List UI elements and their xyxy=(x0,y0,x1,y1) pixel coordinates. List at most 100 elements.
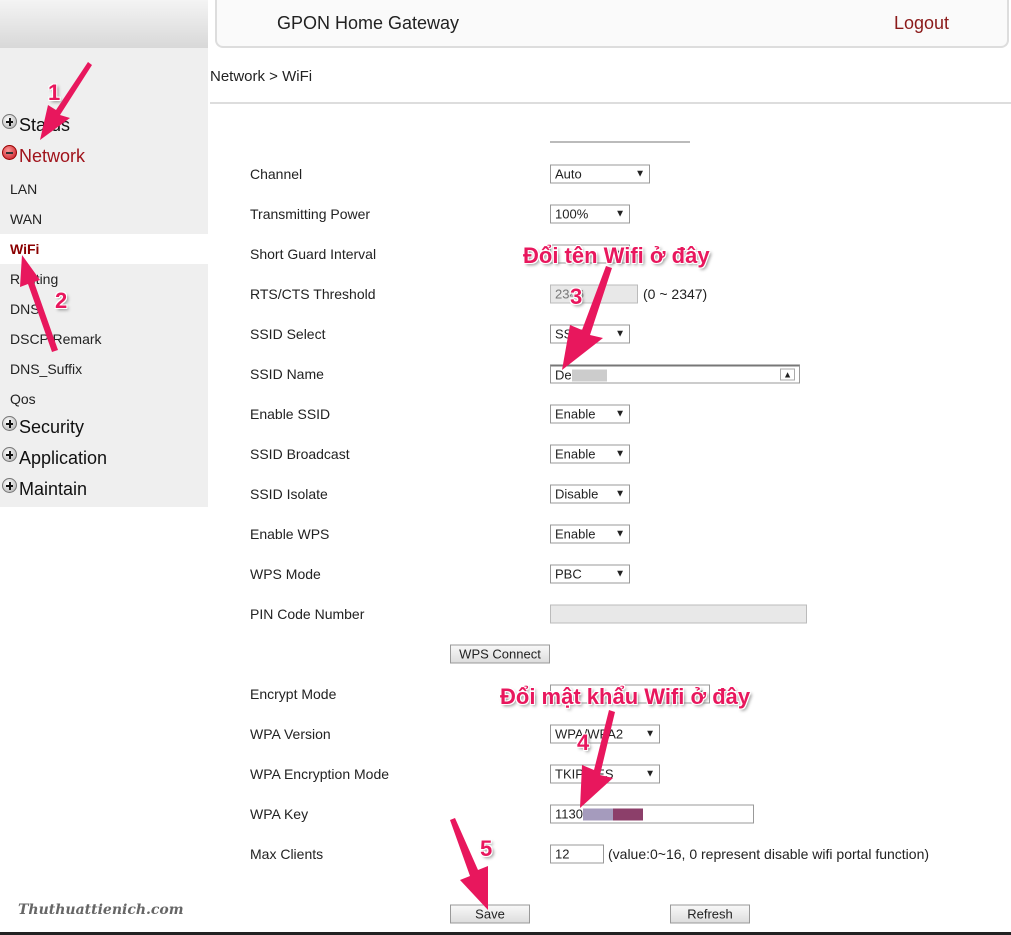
logout-link[interactable]: Logout xyxy=(894,13,949,34)
menu-application[interactable]: Application xyxy=(2,447,107,469)
select-value: Enable xyxy=(555,406,596,422)
scrolled-field xyxy=(550,141,690,143)
label-ssid-broadcast: SSID Broadcast xyxy=(250,446,350,462)
header: GPON Home Gateway Logout xyxy=(215,0,1009,48)
plus-icon xyxy=(2,447,17,462)
menu-label: Maintain xyxy=(19,479,88,499)
dropdown-arrow-icon: ▼ xyxy=(615,528,625,540)
sidebar-item-wifi[interactable]: WiFi xyxy=(0,234,208,264)
select-value: SSID1 xyxy=(555,326,593,342)
save-button[interactable]: Save xyxy=(450,904,530,924)
label-pin-code: PIN Code Number xyxy=(250,606,365,622)
plus-icon xyxy=(2,114,17,129)
dropdown-arrow-icon: ▼ xyxy=(615,208,625,220)
sidebar-item-dns[interactable]: DNS xyxy=(0,294,208,324)
input-value: 1130 xyxy=(555,806,583,822)
sidebar-item-lan[interactable]: LAN xyxy=(0,174,208,204)
redacted xyxy=(612,808,643,820)
dropdown-arrow-icon: ▼ xyxy=(615,328,625,340)
wpa-encryption-select[interactable]: TKIP/AES ▼ xyxy=(550,764,660,784)
dropdown-arrow-icon: ▼ xyxy=(615,408,625,420)
max-clients-note: (value:0~16, 0 represent disable wifi po… xyxy=(608,846,930,862)
sidebar-item-wan[interactable]: WAN xyxy=(0,204,208,234)
menu-label: Security xyxy=(19,417,85,437)
annotation-5: 5 xyxy=(480,836,493,861)
watermark: Thuthuattienich.com xyxy=(18,902,184,918)
label-ssid-select: SSID Select xyxy=(250,326,326,342)
redacted xyxy=(571,369,607,382)
ssid-name-input[interactable]: De ▲ xyxy=(550,364,800,384)
dropdown-arrow-icon: ▼ xyxy=(645,728,655,740)
annotation-rename-wifi: Đổi tên Wifi ở đây xyxy=(523,243,710,268)
keyboard-icon: ▲ xyxy=(780,368,795,381)
refresh-button[interactable]: Refresh xyxy=(670,904,750,924)
label-encrypt-mode: Encrypt Mode xyxy=(250,686,337,702)
sidebar-item-dscp-remark[interactable]: DSCP Remark xyxy=(0,324,208,354)
ssid-broadcast-select[interactable]: Enable ▼ xyxy=(550,444,630,464)
wpa-key-input[interactable]: 1130 xyxy=(550,804,754,824)
menu-label: Network xyxy=(19,146,86,166)
annotation-change-password: Đổi mật khẩu Wifi ở đây xyxy=(500,684,751,709)
label-ssid-isolate: SSID Isolate xyxy=(250,486,328,502)
sidebar-header xyxy=(0,0,208,48)
select-value: PBC xyxy=(555,566,582,582)
rts-threshold-input: 2346 xyxy=(550,284,638,304)
label-channel: Channel xyxy=(250,166,303,182)
breadcrumb: Network > WiFi xyxy=(210,68,313,85)
ssid-select[interactable]: SSID1 ▼ xyxy=(550,324,630,344)
dropdown-arrow-icon: ▼ xyxy=(635,168,645,180)
wps-connect-button[interactable]: WPS Connect xyxy=(450,644,550,664)
tx-power-select[interactable]: 100% ▼ xyxy=(550,204,630,224)
input-value: 12 xyxy=(555,846,570,862)
annotation-2: 2 xyxy=(55,288,68,313)
enable-wps-select[interactable]: Enable ▼ xyxy=(550,524,630,544)
label-enable-ssid: Enable SSID xyxy=(250,406,331,422)
max-clients-input[interactable]: 12 xyxy=(550,844,604,864)
plus-icon xyxy=(2,478,17,493)
wps-mode-select[interactable]: PBC ▼ xyxy=(550,564,630,584)
menu-maintain[interactable]: Maintain xyxy=(2,478,88,500)
minus-icon xyxy=(2,145,17,160)
select-value: Enable xyxy=(555,446,596,462)
redacted xyxy=(582,808,613,820)
sidebar-item-qos[interactable]: Qos xyxy=(0,384,208,414)
dropdown-arrow-icon: ▼ xyxy=(615,568,625,580)
rts-range-note: (0 ~ 2347) xyxy=(643,286,708,302)
label-short-guard-interval: Short Guard Interval xyxy=(250,246,377,262)
ssid-isolate-select[interactable]: Disable ▼ xyxy=(550,484,630,504)
arrow-5 xyxy=(450,818,488,910)
label-max-clients: Max Clients xyxy=(250,846,324,862)
dropdown-arrow-icon: ▼ xyxy=(615,448,625,460)
channel-select[interactable]: Auto ▼ xyxy=(550,164,650,184)
sidebar-item-dns-suffix[interactable]: DNS_Suffix xyxy=(0,354,208,384)
label-wps-mode: WPS Mode xyxy=(250,566,321,582)
menu-label: Status xyxy=(19,115,71,135)
label-wpa-version: WPA Version xyxy=(250,726,331,742)
label-wpa-key: WPA Key xyxy=(250,806,309,822)
arrow-3 xyxy=(562,266,612,370)
dropdown-arrow-icon: ▼ xyxy=(645,768,655,780)
label-tx-power: Transmitting Power xyxy=(250,206,371,222)
dropdown-arrow-icon: ▼ xyxy=(615,488,625,500)
wpa-version-select[interactable]: WPA/WPA2 ▼ xyxy=(550,724,660,744)
enable-ssid-select[interactable]: Enable ▼ xyxy=(550,404,630,424)
pin-code-input xyxy=(550,604,807,624)
input-value: De xyxy=(555,367,572,382)
sidebar-item-routing[interactable]: Routing xyxy=(0,264,208,294)
label-rts-threshold: RTS/CTS Threshold xyxy=(250,286,376,302)
annotation-3: 3 xyxy=(570,284,583,309)
sidebar: Status Network LAN WAN WiFi Routing DNS … xyxy=(0,0,208,507)
select-value: Enable xyxy=(555,526,596,542)
select-value: Auto xyxy=(555,166,582,182)
annotation-4: 4 xyxy=(577,730,590,755)
label-ssid-name: SSID Name xyxy=(250,366,324,382)
label-enable-wps: Enable WPS xyxy=(250,526,330,542)
divider xyxy=(210,102,1011,104)
select-value: 100% xyxy=(555,206,589,222)
menu-security[interactable]: Security xyxy=(2,416,85,438)
select-value: TKIP/AES xyxy=(555,766,614,782)
menu-status[interactable]: Status xyxy=(2,114,71,136)
menu-network[interactable]: Network xyxy=(2,145,86,167)
label-wpa-encryption-mode: WPA Encryption Mode xyxy=(250,766,390,782)
select-value: Disable xyxy=(555,486,599,502)
